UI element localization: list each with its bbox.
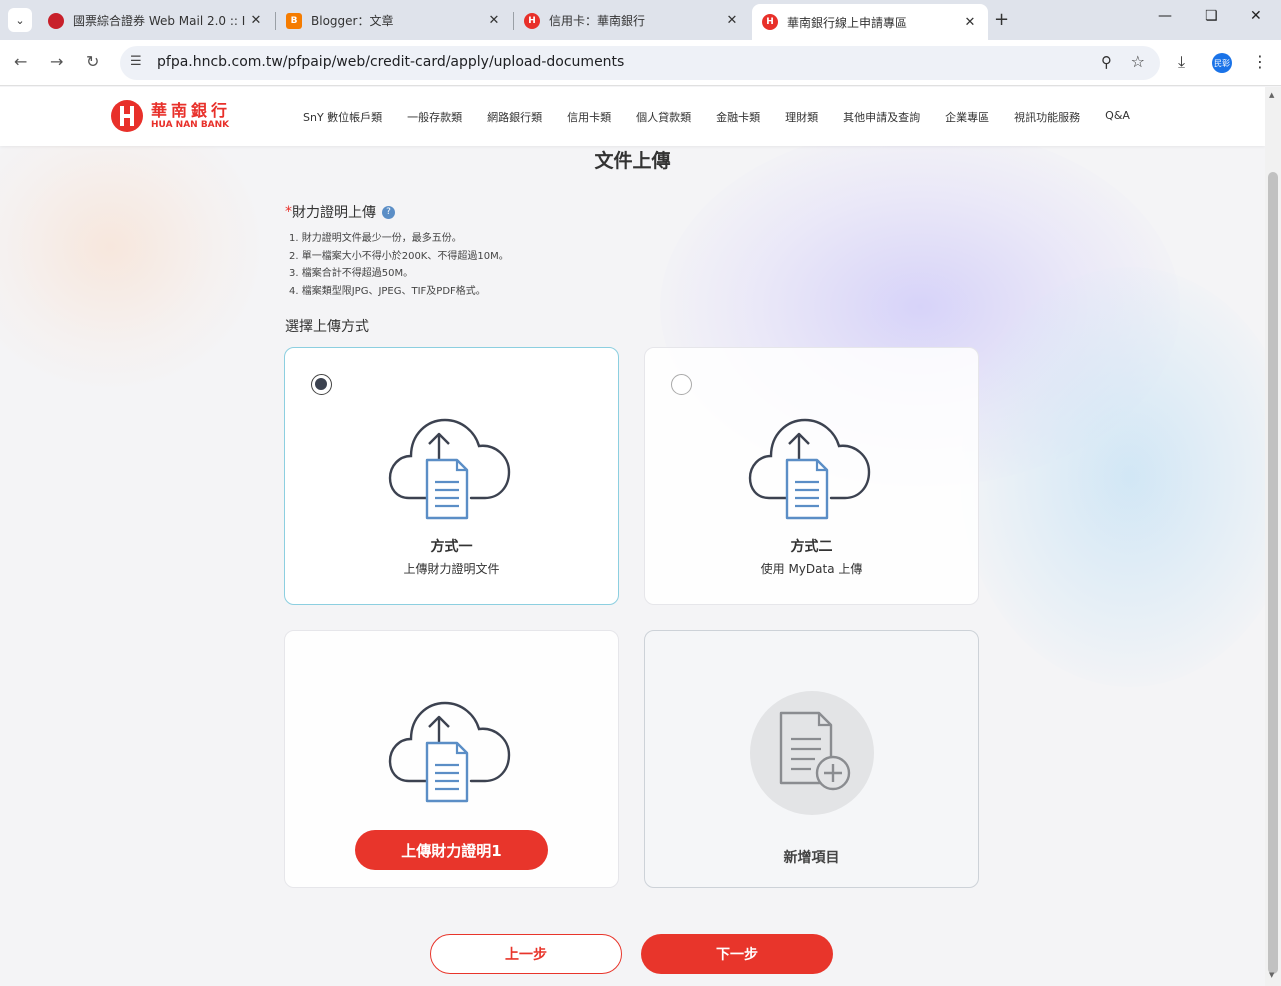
bank-logo-icon: [111, 100, 143, 132]
upload-financial-proof-button[interactable]: 上傳財力證明1: [355, 830, 548, 870]
new-tab-button[interactable]: +: [994, 9, 1009, 30]
tab-title: 信用卡：華南銀行: [549, 14, 646, 28]
method-1-title: 方式一: [430, 539, 473, 555]
nav-item-creditcard[interactable]: 信用卡類: [567, 109, 611, 125]
restore-icon[interactable]: ❏: [1205, 8, 1218, 24]
upload-option-method-2[interactable]: 方式二 使用 MyData 上傳: [644, 347, 979, 605]
blogger-favicon-icon: B: [286, 12, 302, 29]
financial-proof-label: * 財力證明上傳 ?: [285, 202, 395, 222]
webmail-favicon-icon: [48, 12, 64, 29]
browser-tab-creditcard[interactable]: H 信用卡：華南銀行 ✕: [514, 5, 750, 36]
method-1-radio[interactable]: [311, 374, 332, 395]
download-icon[interactable]: ⤓: [1178, 52, 1185, 72]
nav-item-deposit[interactable]: 一般存款類: [407, 109, 462, 125]
browser-tab-strip: ⌄ 國票綜合證券 Web Mail 2.0 :: I ✕ B Blogger：文…: [0, 0, 1281, 40]
tab-title: 國票綜合證券 Web Mail 2.0 :: I: [73, 14, 246, 28]
browser-tab-webmail[interactable]: 國票綜合證券 Web Mail 2.0 :: I ✕: [38, 5, 274, 36]
reload-icon[interactable]: ↻: [86, 52, 99, 71]
browser-toolbar: ← → ↻ ☰ pfpa.hncb.com.tw/pfpaip/web/cred…: [0, 40, 1281, 86]
tab-search-button[interactable]: ⌄: [8, 8, 32, 32]
rule-item: 1. 財力證明文件最少一份，最多五份。: [289, 233, 462, 244]
cloud-upload-document-icon: [388, 701, 511, 803]
forward-icon[interactable]: →: [50, 52, 63, 71]
tab-title: 華南銀行線上申請專區: [787, 15, 908, 30]
menu-kebab-icon[interactable]: ⋮: [1252, 52, 1268, 71]
method-2-radio[interactable]: [671, 374, 692, 395]
site-settings-icon[interactable]: ☰: [130, 54, 142, 69]
minimize-icon[interactable]: —: [1158, 8, 1172, 24]
nav-item-video[interactable]: 視訊功能服務: [1014, 109, 1080, 125]
nav-item-other[interactable]: 其他申請及查詢: [843, 109, 920, 125]
nav-item-debitcard[interactable]: 金融卡類: [716, 109, 760, 125]
scroll-up-arrow-icon[interactable]: ▲: [1269, 91, 1274, 99]
scroll-down-arrow-icon[interactable]: ▼: [1269, 971, 1274, 979]
nav-item-qa[interactable]: Q&A: [1105, 109, 1130, 125]
zoom-icon[interactable]: ⚲: [1101, 53, 1112, 71]
previous-step-button[interactable]: 上一步: [430, 934, 622, 974]
logo-chinese-text: 華南銀行: [151, 100, 232, 120]
site-header: 華南銀行 HUA NAN BANK SnY 數位帳戶類 一般存款類 網路銀行類 …: [0, 87, 1265, 146]
logo-english-text: HUA NAN BANK: [151, 119, 230, 130]
address-bar[interactable]: ☰ pfpa.hncb.com.tw/pfpaip/web/credit-car…: [120, 46, 1160, 80]
scrollbar-thumb[interactable]: [1268, 172, 1278, 974]
tab-title: Blogger：文章: [311, 14, 394, 28]
nav-item-sny[interactable]: SnY 數位帳戶類: [303, 109, 382, 125]
page-scrollbar[interactable]: ▲ ▼: [1265, 87, 1281, 986]
method-2-title: 方式二: [790, 539, 833, 555]
next-step-button[interactable]: 下一步: [641, 934, 833, 974]
close-window-icon[interactable]: ✕: [1250, 8, 1262, 24]
back-icon[interactable]: ←: [14, 52, 27, 71]
help-icon[interactable]: ?: [382, 205, 395, 219]
upload-slot-card: 上傳財力證明1: [284, 630, 619, 888]
close-tab-icon[interactable]: ✕: [486, 13, 502, 28]
section-label-text: 財力證明上傳: [292, 205, 376, 221]
nav-item-ebank[interactable]: 網路銀行類: [487, 109, 542, 125]
cloud-upload-document-icon: [748, 418, 871, 520]
cloud-upload-document-icon: [388, 418, 511, 520]
upload-option-method-1[interactable]: 方式一 上傳財力證明文件: [284, 347, 619, 605]
hncb-favicon-icon: H: [524, 12, 540, 29]
method-2-subtitle: 使用 MyData 上傳: [760, 562, 863, 576]
close-tab-icon[interactable]: ✕: [962, 15, 978, 30]
rule-item: 3. 檔案合計不得超過50M。: [289, 268, 414, 279]
close-tab-icon[interactable]: ✕: [248, 13, 264, 28]
close-tab-icon[interactable]: ✕: [724, 13, 740, 28]
rule-item: 2. 單一檔案大小不得小於200K、不得超過10M。: [289, 250, 509, 262]
add-document-icon: [779, 711, 851, 791]
method-1-subtitle: 上傳財力證明文件: [403, 562, 500, 576]
url-text[interactable]: pfpa.hncb.com.tw/pfpaip/web/credit-card/…: [157, 54, 624, 70]
upload-method-label: 選擇上傳方式: [285, 319, 369, 335]
page-content: 華南銀行 HUA NAN BANK SnY 數位帳戶類 一般存款類 網路銀行類 …: [0, 87, 1265, 986]
bookmark-star-icon[interactable]: ☆: [1131, 52, 1145, 71]
add-item-label: 新增項目: [783, 850, 840, 866]
upload-rules: 1. 財力證明文件最少一份，最多五份。 2. 單一檔案大小不得小於200K、不得…: [289, 230, 509, 300]
required-mark: *: [285, 204, 292, 220]
nav-item-business[interactable]: 企業專區: [945, 109, 989, 125]
hncb-favicon-icon: H: [762, 14, 778, 30]
main-navigation: SnY 數位帳戶類 一般存款類 網路銀行類 信用卡類 個人貸款類 金融卡類 理財…: [303, 109, 1155, 125]
browser-tab-blogger[interactable]: B Blogger：文章 ✕: [276, 5, 512, 36]
profile-avatar[interactable]: 民彰: [1212, 53, 1232, 73]
profile-label: 民彰: [1214, 58, 1230, 68]
nav-item-wealth[interactable]: 理財類: [785, 109, 818, 125]
add-item-card[interactable]: 新增項目: [644, 630, 979, 888]
rule-item: 4. 檔案類型限JPG、JPEG、TIF及PDF格式。: [289, 285, 486, 297]
nav-item-loan[interactable]: 個人貸款類: [636, 109, 691, 125]
hua-nan-bank-logo[interactable]: 華南銀行 HUA NAN BANK: [111, 100, 231, 132]
browser-tab-active[interactable]: H 華南銀行線上申請專區 ✕: [752, 4, 988, 40]
page-title: 文件上傳: [594, 150, 671, 172]
